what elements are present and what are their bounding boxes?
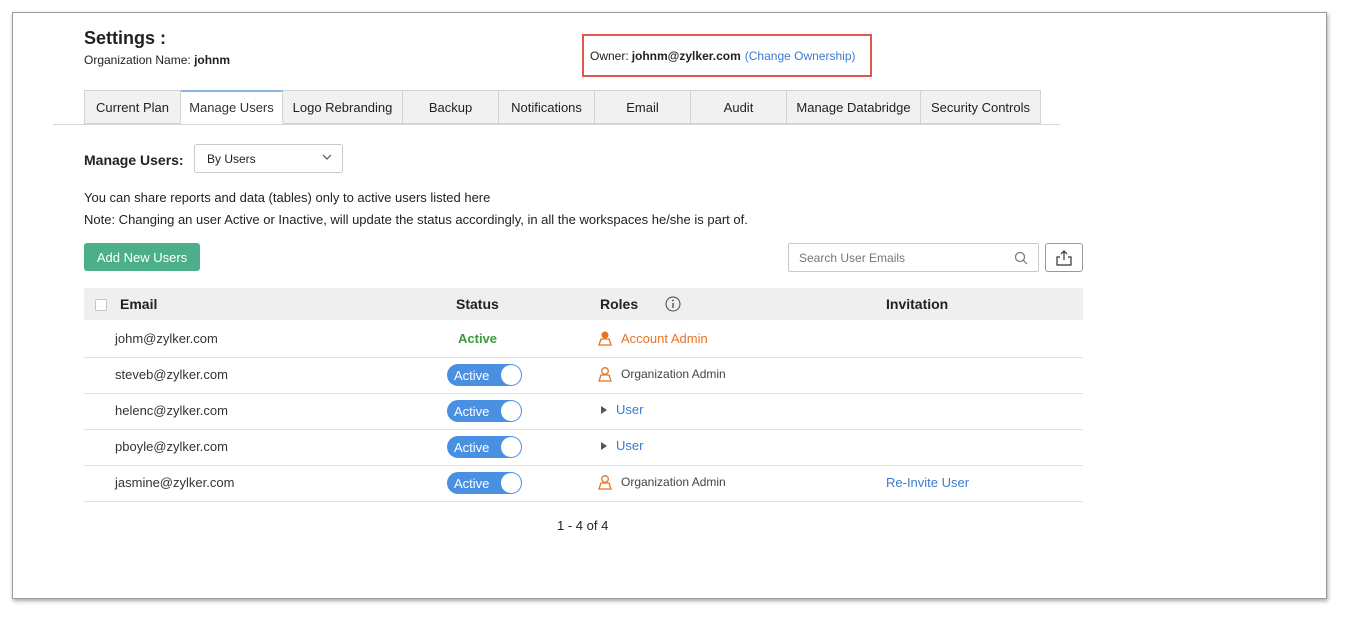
select-all-checkbox[interactable] (95, 299, 107, 311)
tab-notifications[interactable]: Notifications (499, 90, 595, 124)
search-icon[interactable] (1014, 251, 1028, 265)
role-user-link[interactable]: User (616, 438, 643, 453)
owner-info-highlight: Owner: johnm@zylker.com (Change Ownershi… (582, 34, 872, 77)
table-row: jasmine@zylker.com Active Organization A… (84, 465, 1083, 502)
tab-audit[interactable]: Audit (691, 90, 787, 124)
table-row: pboyle@zylker.com Active User (84, 429, 1083, 466)
toggle-knob (501, 401, 521, 421)
role-label: Account Admin (621, 330, 708, 346)
toggle-knob (501, 365, 521, 385)
owner-email: johnm@zylker.com (631, 48, 741, 63)
status-column-header: Status (456, 296, 499, 312)
caret-right-icon (601, 441, 607, 450)
roles-info-icon[interactable] (665, 296, 681, 312)
table-row: steveb@zylker.com Active Organization Ad… (84, 357, 1083, 394)
search-user-emails (788, 243, 1039, 272)
tab-security-controls[interactable]: Security Controls (921, 90, 1041, 124)
add-new-users-button[interactable]: Add New Users (84, 243, 200, 271)
role-cell: Organization Admin (597, 366, 726, 382)
user-email: steveb@zylker.com (115, 367, 228, 382)
status-toggle[interactable]: Active (447, 472, 522, 494)
toggle-label: Active (454, 440, 490, 455)
owner-label: Owner: (590, 48, 629, 63)
role-label: Organization Admin (621, 367, 726, 381)
organization-name: Organization Name: johnm (84, 53, 230, 67)
caret-right-icon (601, 405, 607, 414)
email-column-header: Email (120, 296, 158, 312)
role-label: Organization Admin (621, 475, 726, 489)
settings-window: Settings : Organization Name: johnm Owne… (12, 12, 1327, 599)
role-cell[interactable]: User (597, 402, 643, 417)
role-cell[interactable]: User (597, 438, 643, 453)
user-email: pboyle@zylker.com (115, 439, 228, 454)
roles-column-header: Roles (600, 296, 639, 312)
status-note-text: Note: Changing an user Active or Inactiv… (84, 212, 748, 227)
chevron-down-icon (322, 154, 332, 160)
change-ownership-link[interactable]: (Change Ownership) (745, 49, 856, 63)
table-row: johm@zylker.com Active Account Admin (84, 321, 1083, 358)
role-cell: Account Admin (597, 330, 708, 346)
tab-manage-users[interactable]: Manage Users (181, 90, 283, 124)
user-email: helenc@zylker.com (115, 403, 228, 418)
tab-current-plan[interactable]: Current Plan (84, 90, 181, 124)
role-user-link[interactable]: User (616, 402, 643, 417)
status-toggle[interactable]: Active (447, 436, 522, 458)
settings-tabs: Current Plan Manage Users Logo Rebrandin… (84, 90, 1041, 126)
re-invite-user-link[interactable]: Re-Invite User (886, 475, 969, 490)
org-admin-icon (598, 475, 612, 490)
search-input[interactable] (789, 249, 1011, 266)
org-admin-icon (598, 367, 612, 382)
org-label: Organization Name: (84, 53, 191, 67)
tab-backup[interactable]: Backup (403, 90, 499, 124)
toggle-label: Active (454, 368, 490, 383)
user-email: jasmine@zylker.com (115, 475, 235, 490)
tab-email[interactable]: Email (595, 90, 691, 124)
org-name-value: johnm (194, 53, 231, 67)
table-row: helenc@zylker.com Active User (84, 393, 1083, 430)
role-cell: Organization Admin (597, 474, 726, 490)
users-table-header: Email Status Roles Invitation (84, 288, 1083, 320)
manage-users-select[interactable]: By Users (194, 144, 343, 173)
status-active-text: Active (458, 331, 498, 346)
user-email: johm@zylker.com (115, 331, 218, 346)
invitation-column-header: Invitation (886, 296, 949, 312)
export-button[interactable] (1045, 243, 1083, 272)
share-info-text: You can share reports and data (tables) … (84, 190, 491, 205)
tab-logo-rebranding[interactable]: Logo Rebranding (283, 90, 403, 124)
status-toggle[interactable]: Active (447, 364, 522, 386)
toggle-knob (501, 473, 521, 493)
pagination-info: 1 - 4 of 4 (557, 518, 609, 533)
page-title: Settings : (84, 28, 167, 48)
select-value: By Users (207, 151, 256, 166)
export-icon (1056, 249, 1072, 266)
toggle-knob (501, 437, 521, 457)
manage-users-label: Manage Users: (84, 152, 184, 168)
tab-manage-databridge[interactable]: Manage Databridge (787, 90, 921, 124)
status-toggle[interactable]: Active (447, 400, 522, 422)
toggle-label: Active (454, 404, 490, 419)
toggle-label: Active (454, 476, 490, 491)
account-admin-icon (598, 331, 612, 346)
